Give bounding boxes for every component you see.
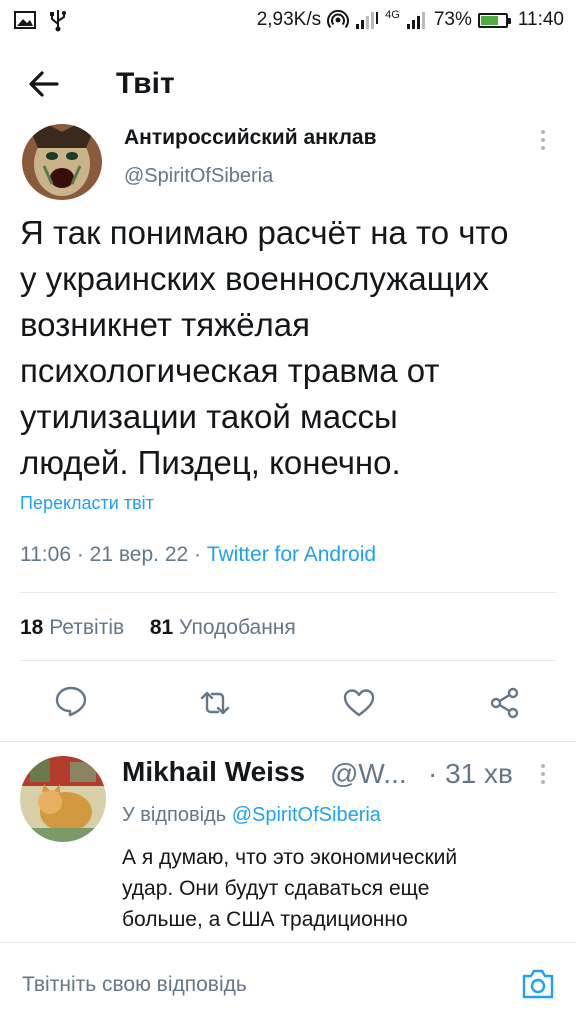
network-speed: 2,93K/s (256, 9, 322, 30)
network-type: 4G (385, 9, 400, 21)
retweets-stat[interactable]: 18 Ретвітів (20, 616, 124, 639)
tweet-meta: 11:06 · 21 вер. 22 · Twitter for Android (20, 543, 376, 567)
tweet-date: 21 вер. 22 (89, 543, 189, 566)
tweet-client-link[interactable]: Twitter for Android (207, 543, 376, 566)
compose-reply-input[interactable]: Твітніть свою відповідь (22, 973, 247, 997)
status-left (14, 8, 68, 32)
status-bar: 2,93K/s 4G 73% 11:40 (0, 0, 576, 40)
signal-4g-icon (406, 12, 425, 29)
tweet-text-line: психологическая травма от (20, 352, 440, 389)
reply-author-handle[interactable]: @W... (330, 758, 407, 790)
author-handle[interactable]: @SpiritOfSiberia (124, 165, 273, 188)
usb-icon (50, 10, 66, 32)
reply-to-prefix: У відповідь (122, 804, 227, 826)
likes-count: 81 (149, 616, 174, 639)
battery-percent: 73% (433, 9, 472, 30)
divider (20, 592, 556, 593)
likes-stat[interactable]: 81 Уподобання (150, 616, 296, 639)
signal-icon (356, 12, 379, 29)
retweets-label: Ретвітів (49, 616, 125, 639)
hotspot-icon (327, 9, 350, 29)
reply-text-line: больше, а США традиционно (122, 908, 408, 931)
reply-text-line: удар. Они будут сдаваться еще (122, 877, 430, 900)
divider (0, 741, 576, 742)
divider (20, 660, 556, 661)
status-right: 2,93K/s 4G 73% 11:40 (257, 6, 564, 34)
page-title: Твіт (116, 67, 175, 100)
reply-icon[interactable] (54, 684, 88, 718)
more-vert-icon[interactable] (539, 762, 547, 786)
clock: 11:40 (517, 9, 564, 30)
app-header: Твіт (0, 40, 576, 128)
reply-to-handle[interactable]: @SpiritOfSiberia (232, 804, 381, 826)
image-icon (14, 11, 36, 29)
retweets-count: 18 (20, 616, 44, 639)
meta-separator: · (76, 543, 90, 566)
tweet-text-line: людей. Пиздец, конечно. (20, 444, 401, 481)
compose-reply-bar[interactable]: Твітніть свою відповідь (0, 942, 576, 1025)
reply-text-line: А я думаю, что это экономический (122, 846, 458, 869)
tweet-text: Я так понимаю расчёт на то что у украинс… (20, 210, 560, 486)
like-icon[interactable] (342, 686, 376, 720)
battery-icon (477, 12, 511, 28)
reply-author-name[interactable]: Mikhail Weiss (122, 756, 305, 788)
battery-level (480, 15, 498, 25)
reply-to: У відповідь @SpiritOfSiberia (122, 804, 381, 827)
tweet-stats: 18 Ретвітів 81 Уподобання (20, 616, 296, 640)
tweet-text-line: у украинских военнослужащих (20, 260, 489, 297)
meta-separator: · (194, 543, 207, 566)
tweet-text-line: утилизации такой массы (20, 398, 398, 435)
arrow-left-icon[interactable] (26, 66, 62, 102)
tweet-text-line: Я так понимаю расчёт на то что (20, 214, 509, 251)
author-name[interactable]: Антироссийский анклав (124, 126, 377, 150)
tweet-text-line: возникнет тяжёлая (20, 306, 311, 343)
tweet-time: 11:06 (20, 543, 71, 566)
reply-text: А я думаю, что это экономический удар. О… (122, 842, 542, 935)
retweet-icon[interactable] (198, 686, 232, 720)
more-vert-icon[interactable] (539, 128, 547, 152)
translate-tweet-link[interactable]: Перекласти твіт (20, 493, 154, 514)
share-icon[interactable] (488, 686, 522, 720)
reply-time: · 31 хв (428, 758, 513, 789)
reply-author-avatar[interactable] (20, 756, 106, 842)
likes-label: Уподобання (179, 616, 296, 639)
author-avatar[interactable] (22, 124, 102, 200)
camera-icon[interactable] (520, 967, 556, 1001)
